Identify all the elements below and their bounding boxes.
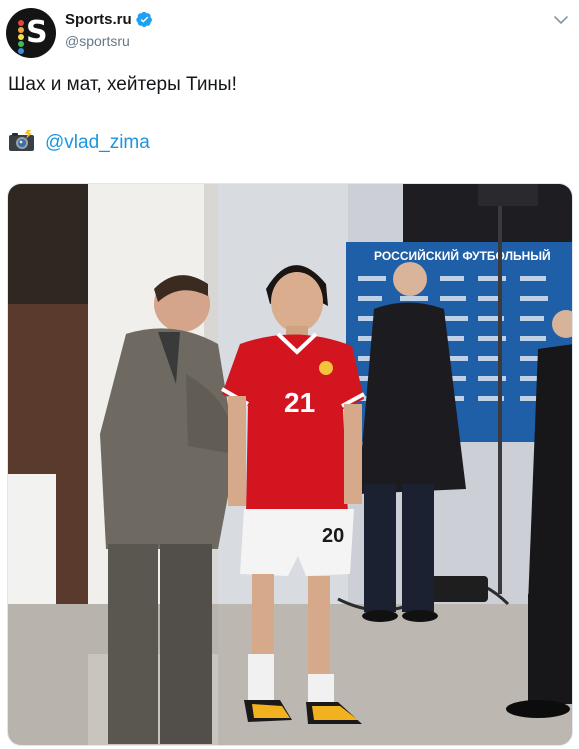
account-handle[interactable]: @sportsru bbox=[65, 33, 130, 49]
photo-scene: РОССИЙСКИЙ ФУТБОЛЬНЫЙ 21 20 bbox=[8, 184, 572, 745]
avatar-letter: S bbox=[26, 15, 48, 50]
tweet-photo[interactable]: РОССИЙСКИЙ ФУТБОЛЬНЫЙ 21 20 bbox=[7, 183, 573, 746]
avatar[interactable]: S bbox=[6, 8, 56, 58]
name-row[interactable]: Sports.ru bbox=[65, 11, 153, 28]
chevron-down-icon[interactable] bbox=[553, 12, 569, 28]
shorts-number: 20 bbox=[322, 525, 344, 547]
tweet-text: Шах и мат, хейтеры Тины! bbox=[8, 74, 237, 95]
display-name[interactable]: Sports.ru bbox=[65, 11, 132, 28]
white-vase bbox=[8, 474, 56, 624]
banner-title: РОССИЙСКИЙ ФУТБОЛЬНЫЙ bbox=[374, 248, 551, 263]
tweet-header: S Sports.ru @sportsru bbox=[0, 0, 579, 62]
shirt-number: 21 bbox=[284, 387, 315, 418]
verified-badge-icon bbox=[136, 11, 152, 28]
camera-with-flash-icon bbox=[9, 130, 34, 151]
mention-link[interactable]: @vlad_zima bbox=[45, 131, 150, 155]
avatar-dots bbox=[18, 20, 24, 55]
